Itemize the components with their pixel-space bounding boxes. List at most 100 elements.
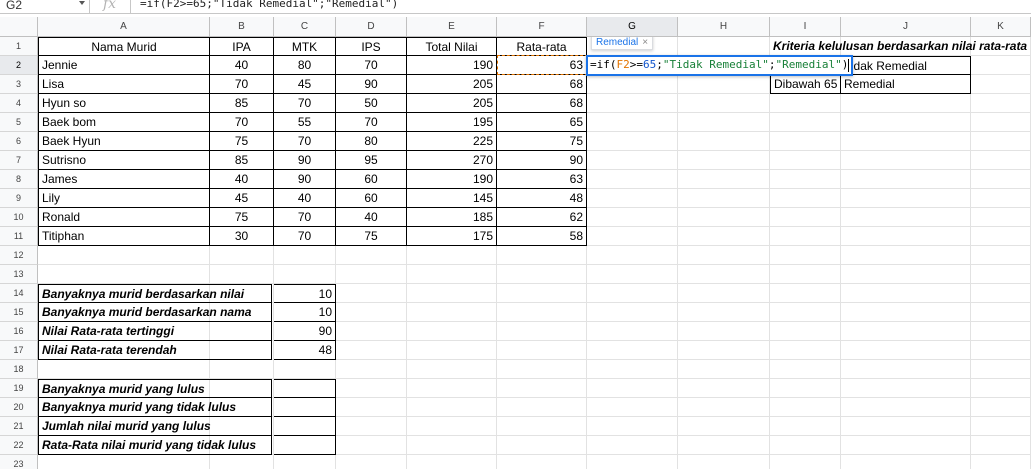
cell[interactable]	[336, 455, 407, 469]
table-cell[interactable]: 62	[497, 208, 587, 227]
table-cell[interactable]: 175	[407, 227, 497, 246]
cell[interactable]	[678, 113, 770, 132]
row-header[interactable]: 15	[0, 303, 38, 322]
cell[interactable]	[274, 360, 336, 379]
summary-label[interactable]: Banyaknya murid berdasarkan nama	[38, 303, 272, 322]
close-icon[interactable]: ×	[642, 37, 648, 48]
table-cell[interactable]: 85	[210, 151, 274, 170]
summary-label[interactable]: Banyaknya murid yang tidak lulus	[38, 398, 272, 417]
cell[interactable]	[587, 436, 678, 455]
table-cell[interactable]: 75	[336, 227, 407, 246]
cell[interactable]	[497, 379, 587, 398]
table-cell[interactable]: 205	[407, 75, 497, 94]
cell[interactable]	[678, 94, 770, 113]
cell[interactable]	[971, 151, 1031, 170]
cell[interactable]	[497, 455, 587, 469]
row-header[interactable]: 13	[0, 265, 38, 284]
cell[interactable]	[971, 360, 1031, 379]
cell[interactable]	[407, 341, 497, 360]
cell[interactable]	[38, 265, 210, 284]
cell[interactable]	[971, 398, 1031, 417]
cell[interactable]	[274, 246, 336, 265]
cell[interactable]	[841, 170, 971, 189]
cell[interactable]	[497, 284, 587, 303]
cell[interactable]	[841, 208, 971, 227]
row-header[interactable]: 22	[0, 436, 38, 455]
cell[interactable]	[336, 360, 407, 379]
table-header-cell[interactable]: Rata-rata	[497, 37, 587, 56]
table-cell[interactable]: 205	[407, 94, 497, 113]
column-header[interactable]: G	[587, 17, 678, 37]
table-cell[interactable]: 195	[407, 113, 497, 132]
cell[interactable]	[407, 398, 497, 417]
column-header[interactable]: K	[971, 17, 1031, 37]
cell[interactable]	[587, 246, 678, 265]
cell[interactable]	[38, 455, 210, 469]
table-cell[interactable]: 40	[210, 56, 274, 75]
table-cell[interactable]: 58	[497, 227, 587, 246]
cell[interactable]	[587, 455, 678, 469]
cell[interactable]	[210, 246, 274, 265]
table-cell[interactable]: 75	[497, 132, 587, 151]
cell[interactable]	[678, 341, 770, 360]
table-cell[interactable]: 145	[407, 189, 497, 208]
table-cell[interactable]: 75	[210, 132, 274, 151]
table-cell[interactable]: 70	[210, 75, 274, 94]
cell[interactable]	[770, 113, 841, 132]
summary-label[interactable]: Nilai Rata-rata tertinggi	[38, 322, 272, 341]
cell[interactable]	[841, 379, 971, 398]
cell[interactable]	[336, 341, 407, 360]
column-header[interactable]: F	[497, 17, 587, 37]
table-cell[interactable]: 63	[497, 170, 587, 189]
table-cell[interactable]: 70	[336, 56, 407, 75]
cell[interactable]	[497, 341, 587, 360]
cell[interactable]	[38, 246, 210, 265]
table-cell[interactable]: 85	[210, 94, 274, 113]
cell[interactable]	[678, 37, 770, 56]
column-header[interactable]: I	[770, 17, 841, 37]
table-cell[interactable]: 95	[336, 151, 407, 170]
select-all-corner[interactable]	[0, 17, 38, 37]
table-cell[interactable]: 80	[336, 132, 407, 151]
row-header[interactable]: 2	[0, 56, 38, 75]
table-cell[interactable]: 185	[407, 208, 497, 227]
row-header[interactable]: 20	[0, 398, 38, 417]
cell[interactable]	[587, 379, 678, 398]
cell[interactable]	[587, 360, 678, 379]
cell[interactable]	[678, 75, 770, 94]
table-cell[interactable]: 50	[336, 94, 407, 113]
cell[interactable]	[274, 455, 336, 469]
column-header[interactable]: B	[210, 17, 274, 37]
criteria-value[interactable]: Tidak Remedial	[841, 56, 971, 75]
table-cell[interactable]: 45	[210, 189, 274, 208]
cell[interactable]	[770, 208, 841, 227]
cell[interactable]	[678, 189, 770, 208]
cell[interactable]	[587, 151, 678, 170]
cell[interactable]	[678, 227, 770, 246]
cell[interactable]	[841, 113, 971, 132]
table-cell[interactable]: Jennie	[38, 56, 210, 75]
table-cell[interactable]: Lily	[38, 189, 210, 208]
cell[interactable]	[210, 360, 274, 379]
criteria-label[interactable]: Dibawah 65	[770, 75, 841, 94]
row-header[interactable]: 7	[0, 151, 38, 170]
cell[interactable]	[407, 455, 497, 469]
cell[interactable]	[407, 246, 497, 265]
criteria-value[interactable]: Remedial	[841, 75, 971, 94]
table-cell[interactable]: 90	[497, 151, 587, 170]
cell[interactable]	[770, 265, 841, 284]
cell[interactable]	[971, 56, 1031, 75]
cell[interactable]	[841, 417, 971, 436]
summary-label[interactable]: Nilai Rata-rata terendah	[38, 341, 272, 360]
cell[interactable]	[971, 170, 1031, 189]
summary-label[interactable]: Rata-Rata nilai murid yang tidak lulus	[38, 436, 272, 455]
cell[interactable]	[770, 227, 841, 246]
cell[interactable]	[770, 189, 841, 208]
cell[interactable]	[678, 417, 770, 436]
cell[interactable]	[841, 436, 971, 455]
cell[interactable]	[497, 360, 587, 379]
cell[interactable]	[587, 75, 678, 94]
table-cell[interactable]: 70	[274, 208, 336, 227]
summary-value[interactable]	[274, 398, 336, 417]
table-cell[interactable]: Sutrisno	[38, 151, 210, 170]
